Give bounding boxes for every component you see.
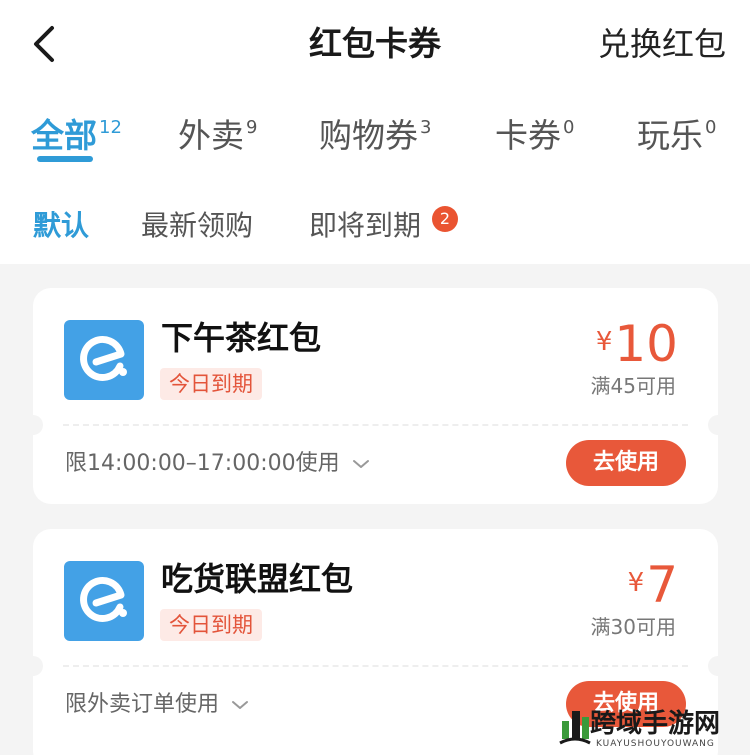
tab-count: 9	[246, 117, 258, 138]
currency-symbol: ¥	[627, 568, 645, 598]
coupon-condition: 满45可用	[590, 374, 676, 398]
currency-symbol: ¥	[595, 327, 613, 357]
exchange-button[interactable]: 兑换红包	[598, 22, 726, 66]
coupon-card: 下午茶红包 今日到期 ¥10 满45可用 限14:00:00–17:00:00使…	[23, 288, 728, 504]
eleme-logo-icon	[64, 320, 144, 400]
coupon-name: 吃货联盟红包	[161, 560, 354, 598]
tab-label: 购物券	[319, 116, 418, 155]
tab-count: 3	[420, 117, 432, 138]
coupon-name: 下午茶红包	[161, 319, 322, 357]
usage-limit-toggle[interactable]: 限14:00:00–17:00:00使用	[65, 448, 370, 480]
tab-shopping-coupon[interactable]: 购物券 3	[319, 112, 431, 166]
expiry-tag: 今日到期	[160, 368, 262, 400]
category-tabs: 全部 12 外卖 9 购物券 3 卡券 0 玩乐 0	[0, 112, 750, 172]
sort-newest[interactable]: 最新领购	[141, 204, 253, 248]
chevron-down-icon	[231, 689, 249, 721]
ticket-notch	[708, 415, 728, 435]
amount-value: 7	[646, 556, 678, 614]
tab-fun[interactable]: 玩乐 0	[637, 112, 716, 166]
tab-takeout[interactable]: 外卖 9	[178, 112, 257, 166]
expiry-tag: 今日到期	[160, 609, 262, 641]
tab-count: 12	[99, 117, 122, 138]
amount-value: 10	[614, 315, 678, 373]
eleme-logo-icon	[64, 561, 144, 641]
tab-label: 玩乐	[637, 116, 703, 155]
sort-expiring[interactable]: 即将到期	[309, 204, 421, 248]
watermark-subtitle: KUAYUSHOUYOUWANG	[596, 739, 715, 749]
ticket-notch	[708, 656, 728, 676]
ticket-notch	[23, 656, 43, 676]
tab-label: 卡券	[495, 116, 561, 155]
tab-count: 0	[705, 117, 717, 138]
sort-tabs: 默认 最新领购 即将到期	[0, 204, 750, 248]
sort-default[interactable]: 默认	[33, 204, 89, 248]
usage-limit-text: 限外卖订单使用	[65, 692, 220, 717]
active-tab-indicator	[37, 156, 93, 162]
watermark-logo-icon	[559, 711, 591, 745]
tab-label: 全部	[31, 116, 97, 155]
chevron-down-icon	[352, 448, 370, 480]
usage-limit-toggle[interactable]: 限外卖订单使用	[65, 689, 249, 721]
tab-label: 外卖	[178, 116, 244, 155]
dashed-divider	[63, 424, 688, 426]
expiring-count-badge: 2	[432, 206, 458, 232]
ticket-notch	[23, 415, 43, 435]
tab-count: 0	[563, 117, 575, 138]
coupon-condition: 满30可用	[590, 615, 676, 639]
usage-limit-text: 限14:00:00–17:00:00使用	[65, 451, 340, 476]
site-watermark: 跨域手游网 KUAYUSHOUYOUWANG	[558, 701, 746, 753]
use-coupon-button[interactable]: 去使用	[566, 440, 686, 486]
watermark-title: 跨域手游网	[590, 709, 721, 739]
dashed-divider	[63, 665, 688, 667]
top-panel: 红包卡券 兑换红包 全部 12 外卖 9 购物券 3 卡券 0 玩乐 0 默认 最新领购 …	[0, 0, 750, 264]
tab-cards[interactable]: 卡券 0	[495, 112, 574, 166]
